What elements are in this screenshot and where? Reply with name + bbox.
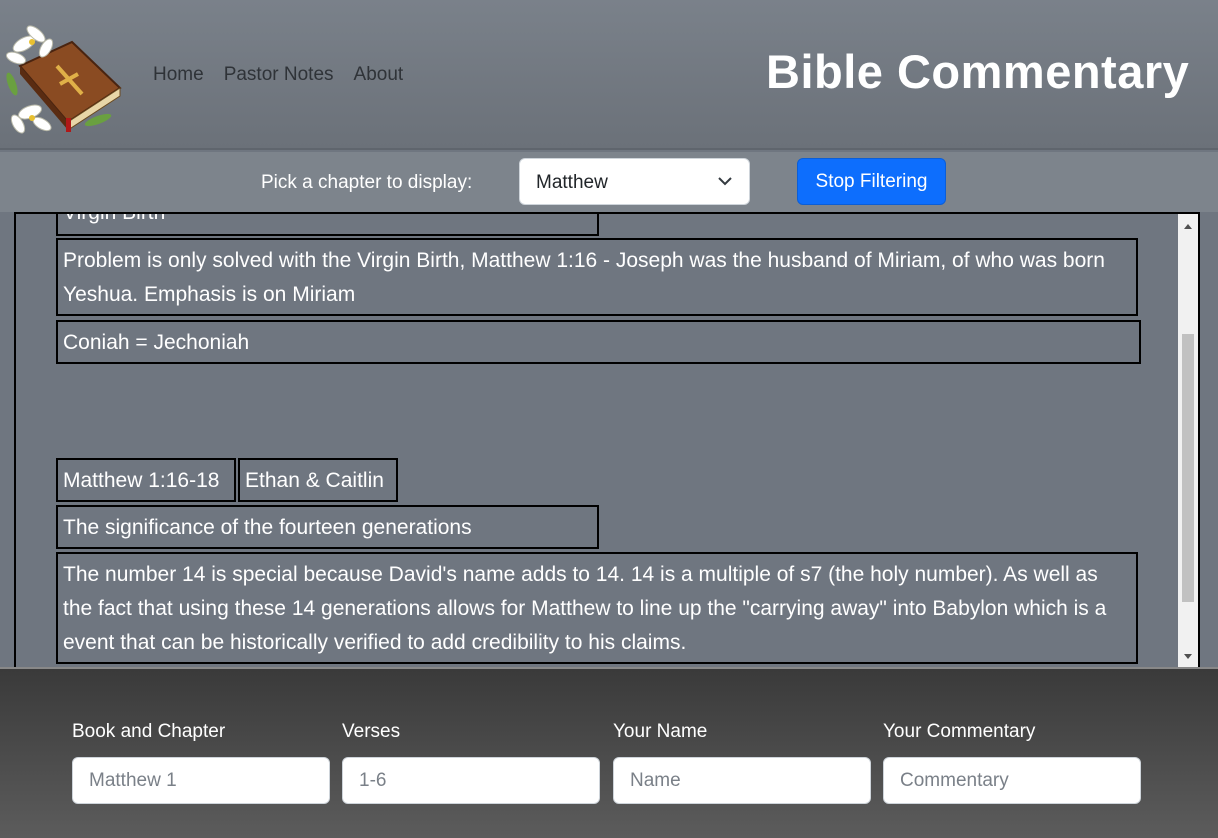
scrollbar-thumb[interactable] [1182,334,1194,602]
header: Home Pastor Notes About Bible Commentary [0,0,1218,150]
bible-logo-icon[interactable] [2,14,126,138]
filter-bar: Pick a chapter to display: Matthew Stop … [0,152,1218,212]
entry-body: The number 14 is special because David's… [56,552,1138,664]
scroll-down-arrow-icon[interactable] [1178,647,1198,667]
commentary-input[interactable] [883,757,1141,804]
entry-note: Coniah = Jechoniah [56,320,1141,364]
chevron-down-icon [718,177,732,186]
stop-filtering-button[interactable]: Stop Filtering [797,158,946,205]
chapter-select-value: Matthew [536,172,608,193]
main-nav: Home Pastor Notes About [153,64,403,86]
entry-reference: Matthew 1:16-18 [56,458,236,502]
book-chapter-input[interactable] [72,757,330,804]
chapter-select[interactable]: Matthew [519,158,750,205]
entry-note: Problem is only solved with the Virgin B… [56,238,1138,316]
entry-heading: The significance of the fourteen generat… [56,505,599,549]
nav-home-link[interactable]: Home [153,64,204,86]
commentary-form: Book and Chapter Verses Your Name Your C… [0,667,1218,838]
commentary-content: Virgin Birth Problem is only solved with… [16,214,1178,667]
site-title: Bible Commentary [766,45,1190,98]
your-name-label: Your Name [613,721,708,742]
verses-input[interactable] [342,757,600,804]
nav-pastor-notes-link[interactable]: Pastor Notes [224,64,334,86]
book-chapter-label: Book and Chapter [72,721,226,742]
verses-label: Verses [342,721,401,742]
filter-label: Pick a chapter to display: [261,172,473,193]
scrollbar[interactable] [1178,214,1198,667]
scroll-up-arrow-icon[interactable] [1178,216,1198,236]
commentary-list[interactable]: Virgin Birth Problem is only solved with… [14,212,1200,667]
entry-heading-partial: Virgin Birth [56,214,599,236]
your-commentary-label: Your Commentary [883,721,1036,742]
name-input[interactable] [613,757,871,804]
entry-author: Ethan & Caitlin [238,458,398,502]
nav-about-link[interactable]: About [354,64,404,86]
